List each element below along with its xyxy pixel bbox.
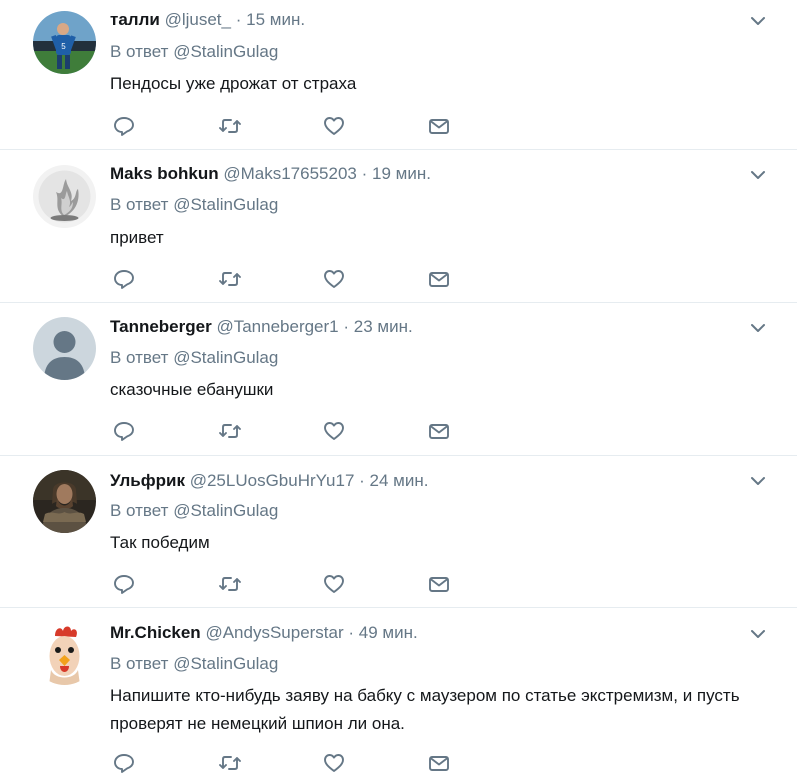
- reply-context: В ответ @StalinGulag: [110, 42, 278, 62]
- avatar-image-warrior: [33, 470, 96, 533]
- chevron-down-icon[interactable]: [749, 12, 767, 30]
- user-handle[interactable]: @Tanneberger1: [216, 317, 338, 336]
- display-name[interactable]: талли: [110, 10, 160, 29]
- tweet-header: Mr.Chicken @AndysSuperstar · 49 мин.: [110, 623, 418, 643]
- reply-icon[interactable]: [112, 267, 136, 291]
- reply-prefix: В ответ: [110, 42, 169, 61]
- chevron-down-icon[interactable]: [749, 472, 767, 490]
- tweet[interactable]: Mr.Chicken @AndysSuperstar · 49 мин. В о…: [0, 608, 797, 777]
- chevron-down-icon[interactable]: [749, 625, 767, 643]
- heart-icon[interactable]: [322, 751, 346, 775]
- retweet-icon[interactable]: [218, 419, 242, 443]
- tweet[interactable]: 5 талли @ljuset_ · 15 мин. В ответ @Stal…: [0, 0, 797, 150]
- envelope-icon[interactable]: [427, 751, 451, 775]
- reply-mention[interactable]: @StalinGulag: [173, 654, 278, 673]
- timestamp[interactable]: 49 мин.: [359, 623, 418, 642]
- heart-icon[interactable]: [322, 572, 346, 596]
- svg-text:5: 5: [61, 42, 66, 51]
- retweet-icon[interactable]: [218, 267, 242, 291]
- display-name[interactable]: Ульфрик: [110, 471, 185, 490]
- tweet-text: Напишите кто-нибудь заяву на бабку с мау…: [110, 686, 740, 733]
- reply-context: В ответ @StalinGulag: [110, 195, 278, 215]
- retweet-icon[interactable]: [218, 751, 242, 775]
- envelope-icon[interactable]: [427, 267, 451, 291]
- reply-context: В ответ @StalinGulag: [110, 501, 278, 521]
- tweet-text: Так победим: [110, 533, 210, 552]
- reply-context: В ответ @StalinGulag: [110, 654, 278, 674]
- tweet[interactable]: Maks bohkun @Maks17655203 · 19 мин. В от…: [0, 150, 797, 303]
- retweet-icon[interactable]: [218, 114, 242, 138]
- display-name[interactable]: Mr.Chicken: [110, 623, 201, 642]
- chevron-down-icon[interactable]: [749, 166, 767, 184]
- tweet[interactable]: Ульфрик @25LUosGbuHrYu17 · 24 мин. В отв…: [0, 456, 797, 608]
- avatar[interactable]: [33, 622, 96, 685]
- user-handle[interactable]: @AndysSuperstar: [205, 623, 343, 642]
- reply-mention[interactable]: @StalinGulag: [173, 195, 278, 214]
- tweet-text: привет: [110, 228, 164, 247]
- timestamp[interactable]: 19 мин.: [372, 164, 431, 183]
- envelope-icon[interactable]: [427, 419, 451, 443]
- envelope-icon[interactable]: [427, 114, 451, 138]
- reply-prefix: В ответ: [110, 501, 169, 520]
- avatar-image-chicken: [33, 622, 96, 685]
- avatar[interactable]: [33, 470, 96, 533]
- reply-mention[interactable]: @StalinGulag: [173, 501, 278, 520]
- avatar-image-football-player: 5: [33, 11, 96, 74]
- reply-icon[interactable]: [112, 751, 136, 775]
- reply-prefix: В ответ: [110, 195, 169, 214]
- tweet-header: Maks bohkun @Maks17655203 · 19 мин.: [110, 164, 431, 184]
- separator-dot: ·: [235, 10, 242, 29]
- display-name[interactable]: Maks bohkun: [110, 164, 219, 183]
- reply-prefix: В ответ: [110, 348, 169, 367]
- reply-icon[interactable]: [112, 419, 136, 443]
- avatar-image-smoke: [33, 165, 96, 228]
- chevron-down-icon[interactable]: [749, 319, 767, 337]
- tweet-text: Пендосы уже дрожат от страха: [110, 74, 357, 93]
- retweet-icon[interactable]: [218, 572, 242, 596]
- reply-mention[interactable]: @StalinGulag: [173, 348, 278, 367]
- reply-icon[interactable]: [112, 114, 136, 138]
- heart-icon[interactable]: [322, 419, 346, 443]
- tweet[interactable]: Tanneberger @Tanneberger1 · 23 мин. В от…: [0, 303, 797, 456]
- envelope-icon[interactable]: [427, 572, 451, 596]
- separator-dot: ·: [343, 317, 350, 336]
- reply-mention[interactable]: @StalinGulag: [173, 42, 278, 61]
- separator-dot: ·: [361, 164, 368, 183]
- separator-dot: ·: [359, 471, 365, 490]
- timestamp[interactable]: 23 мин.: [354, 317, 413, 336]
- heart-icon[interactable]: [322, 114, 346, 138]
- avatar[interactable]: [33, 317, 96, 380]
- user-handle[interactable]: @25LUosGbuHrYu17: [190, 471, 355, 490]
- tweet-text: сказочные ебанушки: [110, 380, 274, 399]
- reply-icon[interactable]: [112, 572, 136, 596]
- avatar-image-default-silhouette: [33, 317, 96, 380]
- timestamp[interactable]: 24 мин.: [370, 471, 429, 490]
- reply-prefix: В ответ: [110, 654, 169, 673]
- user-handle[interactable]: @Maks17655203: [223, 164, 357, 183]
- display-name[interactable]: Tanneberger: [110, 317, 212, 336]
- avatar[interactable]: 5: [33, 11, 96, 74]
- separator-dot: ·: [348, 623, 355, 642]
- tweet-header: Ульфрик @25LUosGbuHrYu17 · 24 мин.: [110, 471, 428, 491]
- user-handle[interactable]: @ljuset_: [165, 10, 231, 29]
- avatar[interactable]: [33, 165, 96, 228]
- heart-icon[interactable]: [322, 267, 346, 291]
- timestamp[interactable]: 15 мин.: [246, 10, 305, 29]
- tweet-header: талли @ljuset_ · 15 мин.: [110, 10, 305, 30]
- reply-context: В ответ @StalinGulag: [110, 348, 278, 368]
- tweet-header: Tanneberger @Tanneberger1 · 23 мин.: [110, 317, 413, 337]
